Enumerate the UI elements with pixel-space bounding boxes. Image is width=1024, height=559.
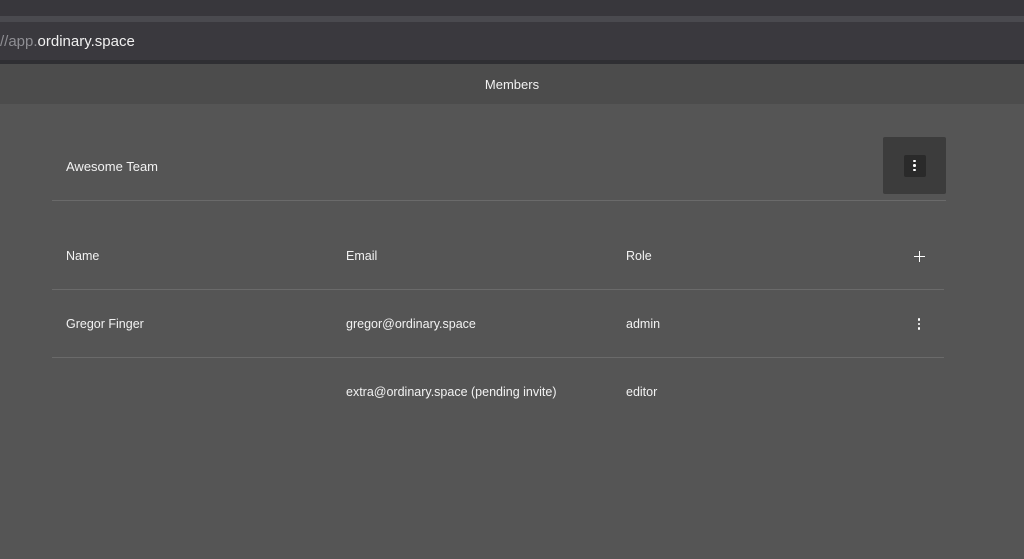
column-header-name: Name <box>66 249 100 263</box>
member-role: admin <box>626 317 661 331</box>
page-header: Members <box>0 64 1024 104</box>
table-row: extra@ordinary.space (pending invite) ed… <box>52 358 944 426</box>
url-domain: ordinary.space <box>37 32 135 50</box>
members-table: Name Email Role Gregor Finger gregor@ord… <box>52 222 944 426</box>
add-member-button[interactable] <box>908 222 930 290</box>
browser-tabstrip <box>0 0 1024 16</box>
member-email: gregor@ordinary.space <box>346 317 476 331</box>
team-name: Awesome Team <box>66 159 159 174</box>
member-email: extra@ordinary.space (pending invite) <box>346 385 557 399</box>
member-role: editor <box>626 385 658 399</box>
column-header-role: Role <box>626 249 652 263</box>
table-row: Gregor Finger gregor@ordinary.space admi… <box>52 290 944 358</box>
plus-icon <box>913 250 925 262</box>
page-title: Members <box>484 76 540 92</box>
vertical-dots-icon <box>917 318 921 330</box>
team-header-row: Awesome Team <box>52 137 946 201</box>
member-menu-button[interactable] <box>908 290 930 358</box>
team-menu-button[interactable] <box>883 137 946 194</box>
table-header-row: Name Email Role <box>52 222 944 290</box>
team-menu-button-inner <box>903 154 926 177</box>
vertical-dots-icon <box>913 159 916 172</box>
address-bar[interactable]: //app. ordinary.space <box>0 22 1024 60</box>
column-header-email: Email <box>346 249 378 263</box>
url-prefix: //app. <box>0 32 38 50</box>
member-name: Gregor Finger <box>66 317 144 331</box>
